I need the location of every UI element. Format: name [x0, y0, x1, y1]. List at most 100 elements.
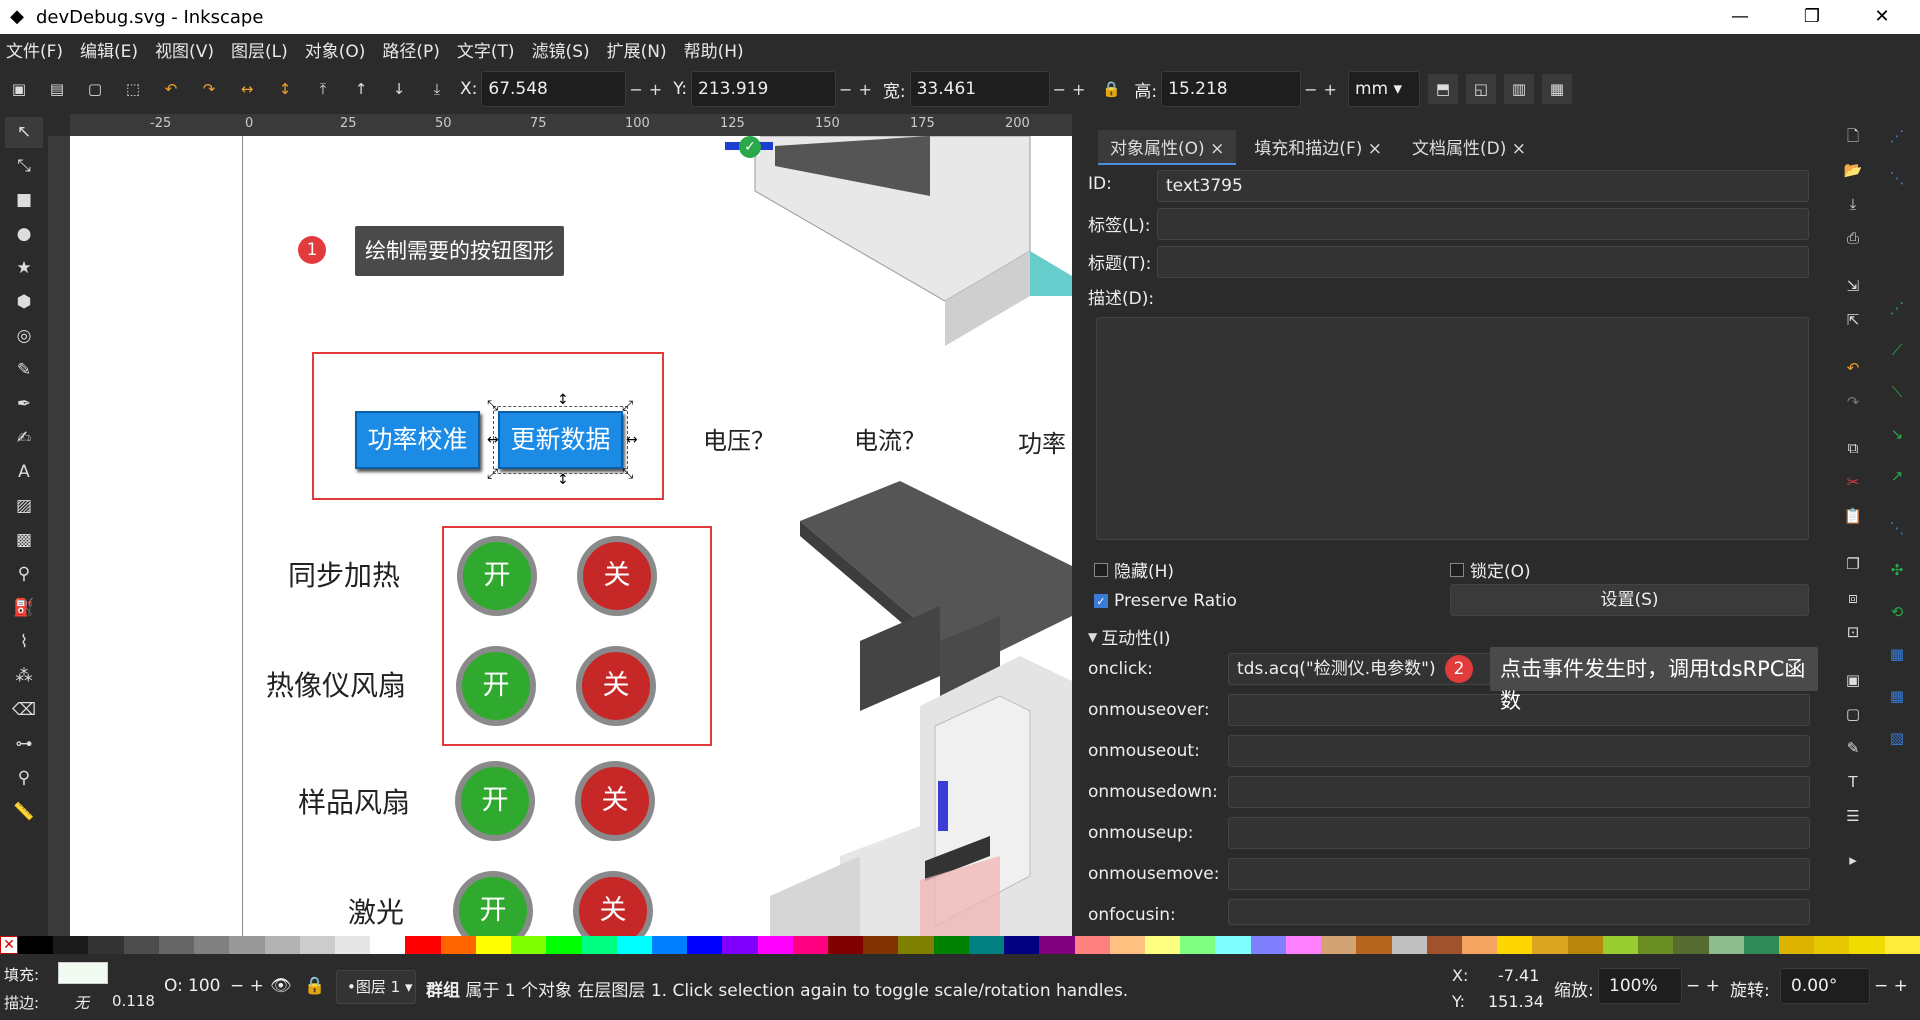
color-swatch[interactable]: [1004, 936, 1040, 954]
tab-fill-stroke[interactable]: 填充和描边(F) ×: [1242, 130, 1394, 165]
color-swatch[interactable]: [792, 936, 829, 954]
import-icon[interactable]: ⇲: [1838, 272, 1868, 300]
close-tab-icon[interactable]: ×: [1512, 139, 1526, 159]
maximize-button[interactable]: ❐: [1782, 0, 1842, 34]
ungroup-icon[interactable]: ▢: [1838, 700, 1868, 728]
ellipse-tool-icon[interactable]: ●: [5, 219, 43, 250]
color-swatch[interactable]: [1285, 936, 1322, 954]
y-decrement[interactable]: −: [839, 80, 852, 99]
snap-intersections-icon[interactable]: ⟍: [1882, 378, 1912, 406]
snap-nodes-icon[interactable]: ⋰: [1882, 294, 1912, 322]
scale-stroke-icon[interactable]: ⬒: [1427, 74, 1458, 104]
clone-icon[interactable]: ⧈: [1838, 584, 1868, 612]
menu-extensions[interactable]: 扩展(N): [607, 37, 667, 62]
resize-handle[interactable]: ⤢: [622, 398, 633, 414]
menu-filter[interactable]: 滤镜(S): [532, 37, 590, 62]
color-swatch[interactable]: [1109, 936, 1145, 954]
drawing-canvas[interactable]: ✓ 1 绘制需要的按钮图形 功率校准 更新数据 ⤡ ↕ ⤢ ↔ ↔ ⤢ ↕ ⤡ …: [70, 136, 1072, 936]
color-swatch[interactable]: [1426, 936, 1462, 954]
color-swatch[interactable]: [88, 936, 124, 954]
node-tool-icon[interactable]: ⤡: [5, 151, 43, 182]
color-swatch[interactable]: [158, 936, 195, 954]
panel-splitter[interactable]: [1072, 114, 1080, 936]
color-swatch[interactable]: [1180, 936, 1216, 954]
duplicate-icon[interactable]: ❐: [1838, 550, 1868, 578]
close-tab-icon[interactable]: ×: [1210, 139, 1224, 159]
y-increment[interactable]: +: [858, 80, 871, 99]
flip-horizontal-icon[interactable]: ↔: [232, 74, 262, 104]
tweak-tool-icon[interactable]: ⌇: [5, 627, 43, 658]
resize-handle[interactable]: ↔: [626, 432, 638, 448]
zoom-tool-icon[interactable]: ⚲: [5, 763, 43, 794]
color-swatch[interactable]: [1602, 936, 1639, 954]
resize-handle[interactable]: ⤡: [622, 466, 633, 482]
color-swatch[interactable]: [264, 936, 300, 954]
raise-to-top-icon[interactable]: ⤒: [308, 74, 338, 104]
menu-help[interactable]: 帮助(H): [684, 37, 744, 62]
color-swatch[interactable]: [1884, 936, 1920, 954]
color-swatch[interactable]: [616, 936, 652, 954]
snap-smooth-icon[interactable]: ↗: [1882, 462, 1912, 490]
on-button[interactable]: 开: [456, 646, 536, 726]
tab-document-properties[interactable]: 文档属性(D) ×: [1400, 130, 1538, 165]
color-swatch[interactable]: [1215, 936, 1251, 954]
raise-icon[interactable]: ↑: [346, 74, 376, 104]
on-button[interactable]: 开: [455, 761, 535, 841]
x-increment[interactable]: +: [649, 80, 662, 99]
color-swatch[interactable]: [1673, 936, 1709, 954]
zoom-input[interactable]: 100%: [1598, 968, 1682, 1004]
opacity-stepper[interactable]: − +: [230, 976, 264, 996]
height-decrement[interactable]: −: [1304, 80, 1317, 99]
color-swatch[interactable]: [18, 936, 54, 954]
color-swatch[interactable]: [511, 936, 547, 954]
color-swatch[interactable]: [898, 936, 934, 954]
color-swatch[interactable]: [1638, 936, 1674, 954]
color-swatch[interactable]: [1532, 936, 1568, 954]
color-swatch[interactable]: [828, 936, 864, 954]
layers-icon[interactable]: ☰: [1838, 802, 1868, 830]
selector-tool-icon[interactable]: ↖: [5, 117, 43, 148]
color-swatch[interactable]: [546, 936, 582, 954]
mesh-tool-icon[interactable]: ▩: [5, 525, 43, 556]
power-calibrate-button[interactable]: 功率校准: [355, 411, 480, 469]
close-button[interactable]: ✕: [1852, 0, 1912, 34]
unlink-clone-icon[interactable]: ⊡: [1838, 618, 1868, 646]
color-swatch[interactable]: [1356, 936, 1392, 954]
export-icon[interactable]: ⇱: [1838, 306, 1868, 334]
fill-swatch[interactable]: [58, 962, 108, 984]
layer-lock-icon[interactable]: 🔒: [304, 976, 325, 996]
off-button[interactable]: 关: [575, 761, 655, 841]
color-swatch[interactable]: [1497, 936, 1533, 954]
color-swatch[interactable]: [722, 936, 758, 954]
select-all-layers-icon[interactable]: ▤: [42, 74, 72, 104]
onmousedown-input[interactable]: [1228, 776, 1810, 808]
zoom-stepper[interactable]: − +: [1686, 976, 1720, 996]
menu-object[interactable]: 对象(O): [305, 37, 366, 62]
color-swatch[interactable]: [123, 936, 159, 954]
print-icon[interactable]: ⎙: [1838, 224, 1868, 252]
snap-rotation-icon[interactable]: ⟲: [1882, 598, 1912, 626]
color-swatch[interactable]: [1814, 936, 1850, 954]
deselect-icon[interactable]: ▢: [80, 74, 110, 104]
rotation-stepper[interactable]: − +: [1874, 976, 1908, 996]
color-swatch[interactable]: [1778, 936, 1815, 954]
snap-grid-icon[interactable]: ▦: [1882, 682, 1912, 710]
close-tab-icon[interactable]: ×: [1368, 139, 1382, 159]
width-decrement[interactable]: −: [1053, 80, 1066, 99]
color-swatch[interactable]: [933, 936, 969, 954]
resize-handle[interactable]: ↕: [557, 472, 569, 488]
open-icon[interactable]: 📂: [1838, 156, 1868, 184]
color-swatch[interactable]: [687, 936, 723, 954]
group-icon[interactable]: ▣: [1838, 666, 1868, 694]
no-paint-swatch[interactable]: ✕: [0, 936, 18, 954]
color-swatch[interactable]: [440, 936, 476, 954]
unit-select[interactable]: mm ▾: [1347, 71, 1420, 107]
color-palette[interactable]: ✕: [0, 936, 1920, 956]
height-input[interactable]: 15.218: [1161, 71, 1302, 107]
paint-bucket-tool-icon[interactable]: ⛽: [5, 593, 43, 624]
text-font-icon[interactable]: T: [1838, 768, 1868, 796]
transform-gradients-icon[interactable]: ▥: [1503, 74, 1534, 104]
calligraphy-tool-icon[interactable]: ✍: [5, 423, 43, 454]
color-swatch[interactable]: [1567, 936, 1603, 954]
spray-tool-icon[interactable]: ⁂: [5, 661, 43, 692]
